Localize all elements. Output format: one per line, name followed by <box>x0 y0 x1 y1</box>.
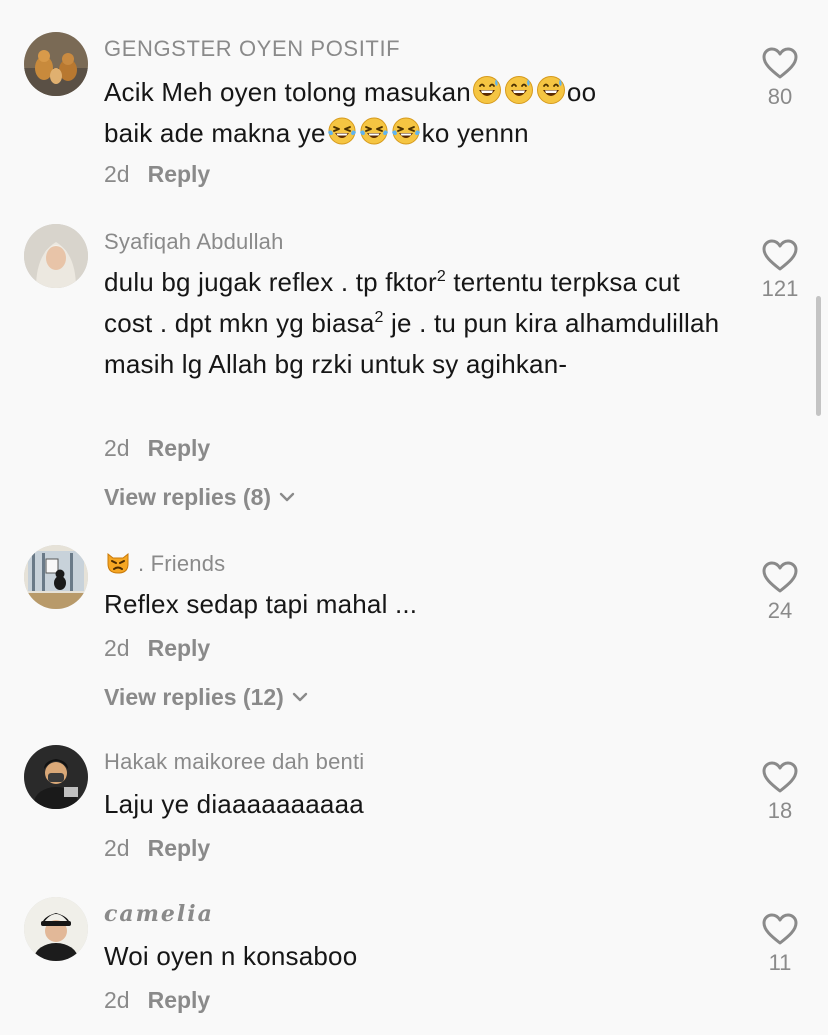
like-count: 24 <box>767 598 793 623</box>
like-count: 11 <box>768 950 792 975</box>
heart-outline-icon <box>761 560 799 594</box>
username[interactable]: GENGSTER OYEN POSITIF <box>104 36 400 62</box>
grinning-sweat-emoji <box>536 75 566 105</box>
avatar[interactable] <box>24 32 88 96</box>
like-button[interactable]: 80 <box>758 46 802 110</box>
like-count: 80 <box>767 84 793 109</box>
comment-meta: 2d Reply <box>104 161 210 188</box>
avatar[interactable] <box>24 224 88 288</box>
avatar[interactable] <box>24 545 88 609</box>
comment-meta: 2d Reply <box>104 435 210 462</box>
grinning-sweat-emoji <box>472 75 502 105</box>
reply-button[interactable]: Reply <box>148 435 211 461</box>
like-count: 121 <box>761 276 799 301</box>
avatar[interactable] <box>24 897 88 961</box>
comment-time: 2d <box>104 635 130 661</box>
grinning-sweat-emoji <box>504 75 534 105</box>
tears-of-joy-emoji <box>327 116 357 146</box>
view-replies-button[interactable]: View replies (8) <box>104 484 295 511</box>
chevron-down-icon <box>279 491 295 503</box>
chevron-down-icon <box>292 691 308 703</box>
username[interactable]: Hakak maikoree dah benti <box>104 749 364 775</box>
heart-outline-icon <box>761 46 799 80</box>
like-button[interactable]: 18 <box>758 760 802 824</box>
heart-outline-icon <box>761 238 799 272</box>
username[interactable]: . Friends <box>104 548 225 577</box>
comment-meta: 2d Reply <box>104 835 210 862</box>
comment-text: Reflex sedap tapi mahal ... <box>104 589 418 619</box>
comment-time: 2d <box>104 835 130 861</box>
avatar[interactable] <box>24 745 88 809</box>
comment-meta: 2d Reply <box>104 635 210 662</box>
comment-text: Acik Meh oyen tolong masukan oo baik ade … <box>104 75 597 148</box>
comment-text: Laju ye diaaaaaaaaaa <box>104 789 364 819</box>
tears-of-joy-emoji <box>359 116 389 146</box>
scrollbar[interactable] <box>816 296 821 416</box>
comment-time: 2d <box>104 161 130 187</box>
reply-button[interactable]: Reply <box>148 161 211 187</box>
comment-time: 2d <box>104 435 130 461</box>
like-button[interactable]: 24 <box>758 560 802 624</box>
comment-time: 2d <box>104 987 130 1013</box>
username[interactable]: Syafiqah Abdullah <box>104 229 284 255</box>
reply-button[interactable]: Reply <box>148 835 211 861</box>
username[interactable]: camelia <box>104 901 214 927</box>
heart-outline-icon <box>761 912 799 946</box>
reply-button[interactable]: Reply <box>148 987 211 1013</box>
comment-text: Woi oyen n konsaboo <box>104 941 358 971</box>
pouting-cat-emoji <box>104 548 132 576</box>
like-count: 18 <box>767 798 793 823</box>
like-button[interactable]: 121 <box>758 238 802 302</box>
comment-text: dulu bg jugak reflex . tp fktor2 tertent… <box>104 267 720 379</box>
view-replies-button[interactable]: View replies (12) <box>104 684 308 711</box>
reply-button[interactable]: Reply <box>148 635 211 661</box>
comment-meta: 2d Reply <box>104 987 210 1014</box>
heart-outline-icon <box>761 760 799 794</box>
like-button[interactable]: 11 <box>758 912 802 976</box>
tears-of-joy-emoji <box>391 116 421 146</box>
